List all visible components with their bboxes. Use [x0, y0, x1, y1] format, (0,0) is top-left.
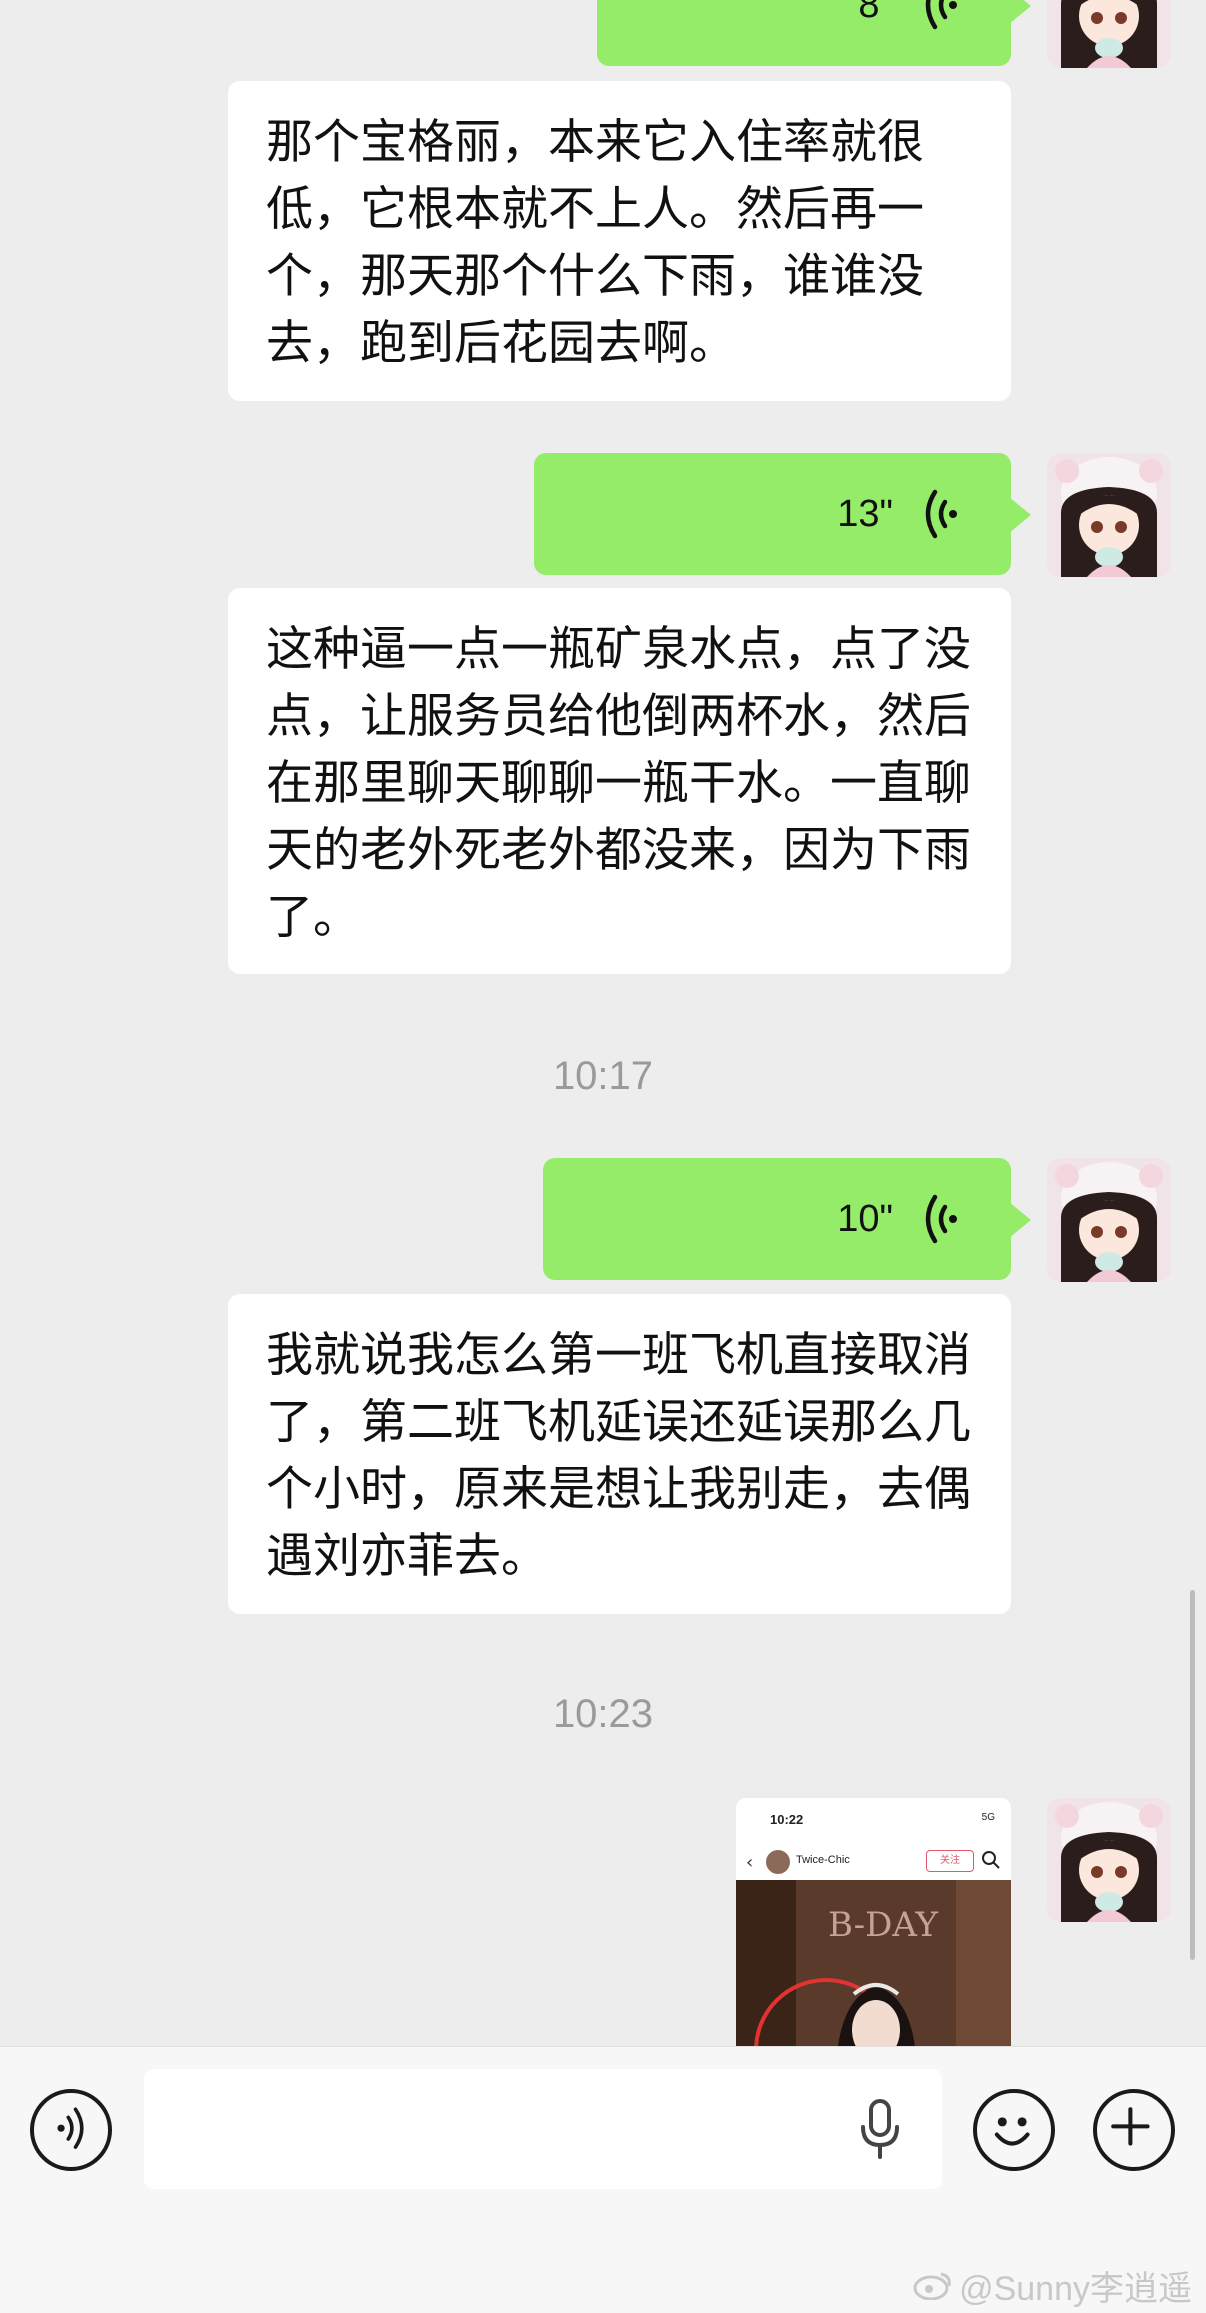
transcript-bubble[interactable]: 这种逼一点一瓶矿泉水点，点了没点，让服务员给他倒两杯水，然后在那里聊天聊聊一瓶干…	[228, 588, 1011, 974]
weibo-logo-icon	[913, 2272, 951, 2300]
screenshot-profile-avatar	[766, 1850, 790, 1874]
avatar-image	[1047, 1798, 1171, 1922]
transcript-text: 我就说我怎么第一班飞机直接取消了，第二班飞机延误还延误那么几个小时，原来是想让我…	[266, 1328, 971, 1584]
timestamp: 10:17	[552, 1054, 654, 1098]
screenshot-status-time: 10:22	[770, 1812, 804, 1827]
avatar[interactable]	[1047, 1798, 1171, 1922]
screenshot-search-icon	[982, 1851, 1000, 1869]
message-input[interactable]	[144, 2069, 942, 2189]
watermark: @Sunny李逍遥	[913, 2261, 1192, 2310]
screenshot-photo-balloons: B-DAY	[828, 1905, 939, 1945]
emoji-button[interactable]	[973, 2089, 1055, 2171]
avatar[interactable]	[1047, 0, 1171, 68]
voice-message-bubble[interactable]: 13"	[534, 453, 1031, 575]
voice-duration: 10"	[837, 1198, 893, 1240]
transcript-text: 那个宝格丽，本来它入住率就很低，它根本就不上人。然后再一个，那天那个什么下雨，谁…	[266, 115, 924, 371]
screenshot-photo: B-DAY	[736, 1880, 1011, 2046]
timestamp: 10:23	[552, 1692, 654, 1736]
emoji-icon	[994, 2117, 1030, 2146]
voice-wave-icon	[925, 489, 957, 539]
avatar-image	[1047, 453, 1171, 577]
voice-duration: 13"	[837, 493, 893, 535]
microphone-icon[interactable]	[858, 2099, 902, 2159]
voice-mode-button[interactable]	[30, 2089, 112, 2171]
screenshot-back-icon: ‹	[746, 1852, 754, 1873]
scrollbar[interactable]	[1190, 1590, 1195, 1960]
input-bar: @Sunny李逍遥	[0, 2046, 1206, 2313]
chat-area[interactable]: 8" 那个宝格丽，本来它入住率就很低，它根本就不上人。然后再一个，那天那个什么下…	[0, 0, 1206, 2046]
voice-message-bubble[interactable]: 8"	[597, 0, 1031, 66]
voice-duration: 8"	[858, 0, 893, 26]
voice-wave-icon	[925, 0, 957, 30]
avatar[interactable]	[1047, 453, 1171, 577]
avatar-image	[1047, 1158, 1171, 1282]
avatar[interactable]	[1047, 1158, 1171, 1282]
screenshot-signal: 5G	[981, 1812, 995, 1823]
voice-message-bubble[interactable]: 10"	[543, 1158, 1031, 1280]
voice-mode-icon	[57, 2107, 84, 2149]
transcript-text: 这种逼一点一瓶矿泉水点，点了没点，让服务员给他倒两杯水，然后在那里聊天聊聊一瓶干…	[266, 622, 971, 945]
transcript-bubble[interactable]: 那个宝格丽，本来它入住率就很低，它根本就不上人。然后再一个，那天那个什么下雨，谁…	[228, 81, 1011, 401]
voice-wave-icon	[925, 1194, 957, 1244]
image-message[interactable]: 10:22 5G ‹ Twice-Chic 关注 B-DAY	[736, 1798, 1011, 2046]
screenshot-profile-name: Twice-Chic	[796, 1854, 850, 1866]
screenshot-follow-button: 关注	[926, 1850, 974, 1872]
transcript-bubble[interactable]: 我就说我怎么第一班飞机直接取消了，第二班飞机延误还延误那么几个小时，原来是想让我…	[228, 1294, 1011, 1614]
plus-icon	[1111, 2107, 1150, 2146]
plus-button[interactable]	[1093, 2089, 1175, 2171]
avatar-image	[1047, 0, 1171, 68]
watermark-text: @Sunny李逍遥	[959, 2270, 1192, 2308]
